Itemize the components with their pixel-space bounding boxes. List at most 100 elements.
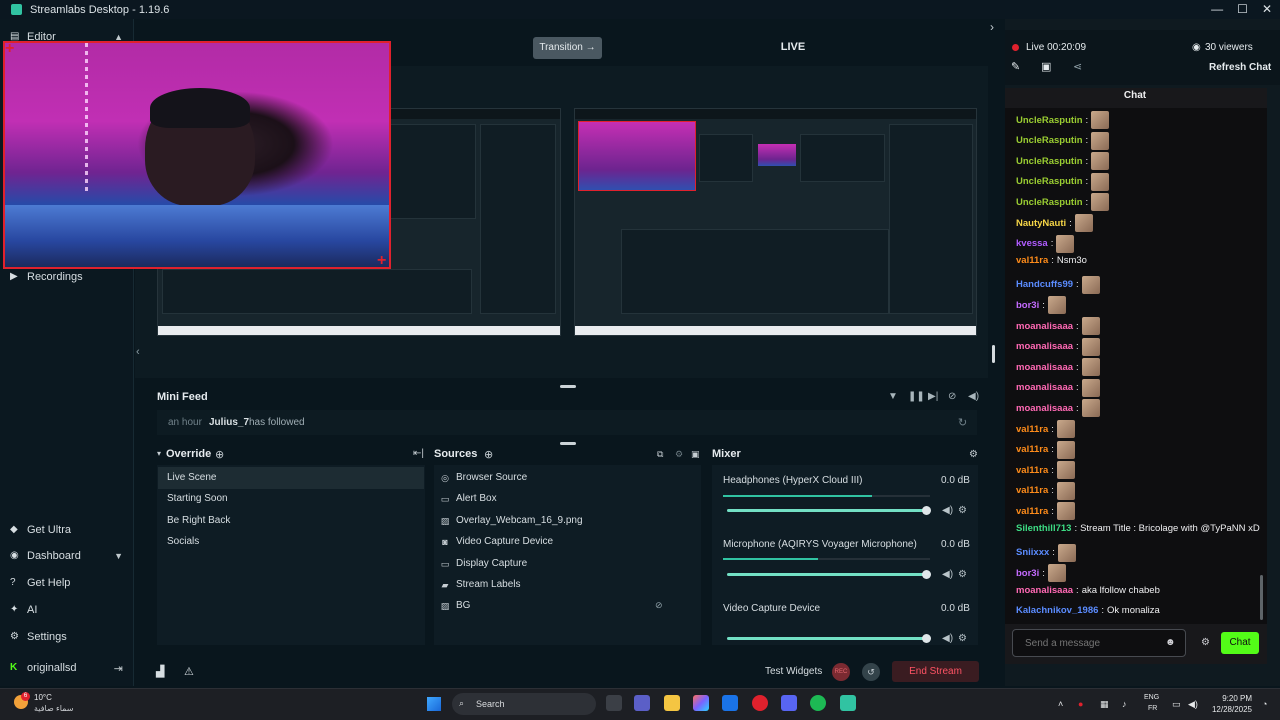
spotify-icon[interactable] bbox=[810, 695, 826, 711]
scene-item[interactable]: Live Scene bbox=[158, 467, 424, 489]
chat-username[interactable]: moanalisaaa bbox=[1016, 362, 1073, 373]
resize-handle-icon[interactable]: + bbox=[5, 43, 17, 57]
pause-icon[interactable]: ❚❚ bbox=[908, 391, 925, 402]
source-item[interactable]: ▭ Alert Box bbox=[440, 493, 497, 504]
mute-icon[interactable]: ◀) bbox=[942, 569, 953, 580]
end-stream-button[interactable]: End Stream bbox=[892, 661, 979, 682]
sidebar-item-settings[interactable]: ⚙ Settings bbox=[10, 631, 67, 643]
chat-send-button[interactable]: Chat bbox=[1221, 632, 1259, 654]
chat-tab[interactable]: Chat bbox=[1110, 90, 1160, 101]
slider-knob[interactable] bbox=[922, 506, 931, 515]
chat-username[interactable]: Kalachnikov_1986 bbox=[1016, 605, 1098, 616]
emoji-icon[interactable]: ☻ bbox=[1165, 637, 1176, 648]
gear-icon[interactable]: ⚙ bbox=[958, 569, 967, 580]
notification-bell-icon[interactable]: ◔ bbox=[1262, 699, 1267, 709]
keyboard-layout[interactable]: FR bbox=[1148, 705, 1157, 712]
maximize-button[interactable]: ☐ bbox=[1237, 2, 1248, 16]
test-widgets-button[interactable]: Test Widgets bbox=[765, 666, 822, 677]
volume-slider[interactable] bbox=[727, 506, 931, 515]
share-icon[interactable]: ⋖ bbox=[1073, 60, 1082, 73]
source-item[interactable]: ▰ Stream Labels bbox=[440, 579, 521, 590]
chat-username[interactable]: UncleRasputin bbox=[1016, 115, 1083, 126]
refresh-chat-button[interactable]: Refresh Chat bbox=[1209, 62, 1271, 73]
visibility-hidden-icon[interactable]: ⊘ bbox=[655, 600, 663, 611]
filter-icon[interactable]: ▼ bbox=[888, 391, 898, 402]
windows-start-icon[interactable] bbox=[427, 697, 441, 711]
chat-username[interactable]: val11ra bbox=[1016, 424, 1048, 435]
chat-username[interactable]: val11ra bbox=[1016, 444, 1048, 455]
layers-icon[interactable]: ⧉ bbox=[657, 449, 663, 460]
chevron-up-icon[interactable]: ˄ bbox=[1058, 699, 1063, 709]
discord-icon[interactable] bbox=[781, 695, 797, 711]
streamlabs-taskbar-icon[interactable] bbox=[840, 695, 856, 711]
resize-handle-icon[interactable]: + bbox=[377, 253, 389, 268]
notifications-icon[interactable]: ⚠ bbox=[184, 665, 194, 678]
preview-scrollbar[interactable] bbox=[992, 345, 995, 363]
copilot-icon[interactable] bbox=[693, 695, 709, 711]
pencil-icon[interactable]: ✎ bbox=[1011, 60, 1020, 73]
mute-icon[interactable]: ◀) bbox=[942, 505, 953, 516]
microphone-icon[interactable]: ♪ bbox=[1122, 699, 1127, 709]
mute-alerts-icon[interactable]: ⊘ bbox=[948, 391, 956, 402]
live-preview[interactable] bbox=[574, 108, 977, 336]
volume-slider[interactable] bbox=[727, 570, 931, 579]
scene-item[interactable]: Starting Soon bbox=[158, 488, 424, 510]
opera-icon[interactable] bbox=[752, 695, 768, 711]
panel-drag-handle[interactable] bbox=[560, 442, 576, 445]
source-item[interactable]: ◙ Video Capture Device bbox=[440, 536, 553, 547]
close-window-button[interactable]: ✕ bbox=[1262, 2, 1272, 16]
volume-icon[interactable]: ◀) bbox=[968, 391, 979, 402]
chat-username[interactable]: Sniixxx bbox=[1016, 547, 1049, 558]
sidebar-item-get-help[interactable]: ? Get Help bbox=[10, 577, 70, 589]
folder-add-icon[interactable]: ▣ bbox=[691, 449, 700, 460]
chat-username[interactable]: bor3i bbox=[1016, 300, 1039, 311]
chat-username[interactable]: UncleRasputin bbox=[1016, 156, 1083, 167]
collapse-chevron-icon[interactable]: ▾ bbox=[157, 449, 161, 458]
chevron-down-icon[interactable]: ▼ bbox=[114, 551, 123, 561]
source-settings-icon[interactable]: ⚙ bbox=[675, 449, 683, 460]
scene-item[interactable]: Socials bbox=[158, 531, 424, 553]
chat-username[interactable]: Handcuffs99 bbox=[1016, 279, 1073, 290]
taskbar-search[interactable]: Search bbox=[452, 693, 596, 715]
teams-icon[interactable] bbox=[634, 695, 650, 711]
scene-transition-icon[interactable]: ⇤| bbox=[413, 448, 424, 459]
task-view-icon[interactable] bbox=[606, 695, 622, 711]
sidebar-item-dashboard[interactable]: ◉ Dashboard bbox=[10, 550, 81, 562]
chat-username[interactable]: moanalisaaa bbox=[1016, 321, 1073, 332]
chat-username[interactable]: kvessa bbox=[1016, 238, 1048, 249]
sidebar-item-ai[interactable]: ✦ AI bbox=[10, 604, 37, 616]
chat-username[interactable]: NautyNauti bbox=[1016, 218, 1066, 229]
sidebar-item-get-ultra[interactable]: ◆ Get Ultra bbox=[10, 524, 71, 536]
chat-username[interactable]: moanalisaaa bbox=[1016, 341, 1073, 352]
add-scene-icon[interactable]: ⊕ bbox=[215, 448, 224, 461]
skip-icon[interactable]: ▶| bbox=[928, 391, 938, 402]
slider-knob[interactable] bbox=[922, 570, 931, 579]
chat-username[interactable]: UncleRasputin bbox=[1016, 197, 1083, 208]
tray-app-icon[interactable]: ● bbox=[1078, 699, 1083, 709]
chat-username[interactable]: val11ra bbox=[1016, 506, 1048, 517]
minimize-button[interactable]: — bbox=[1211, 2, 1223, 16]
replay-buffer-button[interactable]: ↺ bbox=[862, 663, 880, 681]
dashboard-icon[interactable]: ▣ bbox=[1041, 60, 1051, 73]
source-item[interactable]: ▭ Display Capture bbox=[440, 558, 527, 569]
chevron-left-icon[interactable]: ‹ bbox=[136, 346, 140, 358]
clock-date[interactable]: 12/28/2025 bbox=[1207, 705, 1252, 714]
store-icon[interactable] bbox=[722, 695, 738, 711]
webcam-overlay[interactable]: + + bbox=[3, 41, 391, 269]
chat-username[interactable]: moanalisaaa bbox=[1016, 403, 1073, 414]
volume-icon[interactable]: ◀) bbox=[1188, 699, 1198, 710]
chat-message-input[interactable] bbox=[1012, 629, 1186, 657]
chat-username[interactable]: moanalisaaa bbox=[1016, 585, 1073, 596]
account-item[interactable]: K originallsd bbox=[10, 662, 77, 674]
replay-alert-icon[interactable]: ↻ bbox=[958, 416, 967, 429]
performance-stats-icon[interactable]: ▟ bbox=[156, 665, 164, 678]
mute-icon[interactable]: ◀) bbox=[942, 633, 953, 644]
chat-username[interactable]: UncleRasputin bbox=[1016, 176, 1083, 187]
chat-username[interactable]: moanalisaaa bbox=[1016, 382, 1073, 393]
chevron-right-icon[interactable]: › bbox=[990, 20, 994, 34]
file-explorer-icon[interactable] bbox=[664, 695, 680, 711]
chat-username[interactable]: Silenthill713 bbox=[1016, 523, 1071, 534]
transition-button[interactable]: Transition → bbox=[533, 37, 602, 59]
volume-slider[interactable] bbox=[727, 634, 931, 643]
network-icon[interactable]: ▭ bbox=[1172, 699, 1181, 710]
